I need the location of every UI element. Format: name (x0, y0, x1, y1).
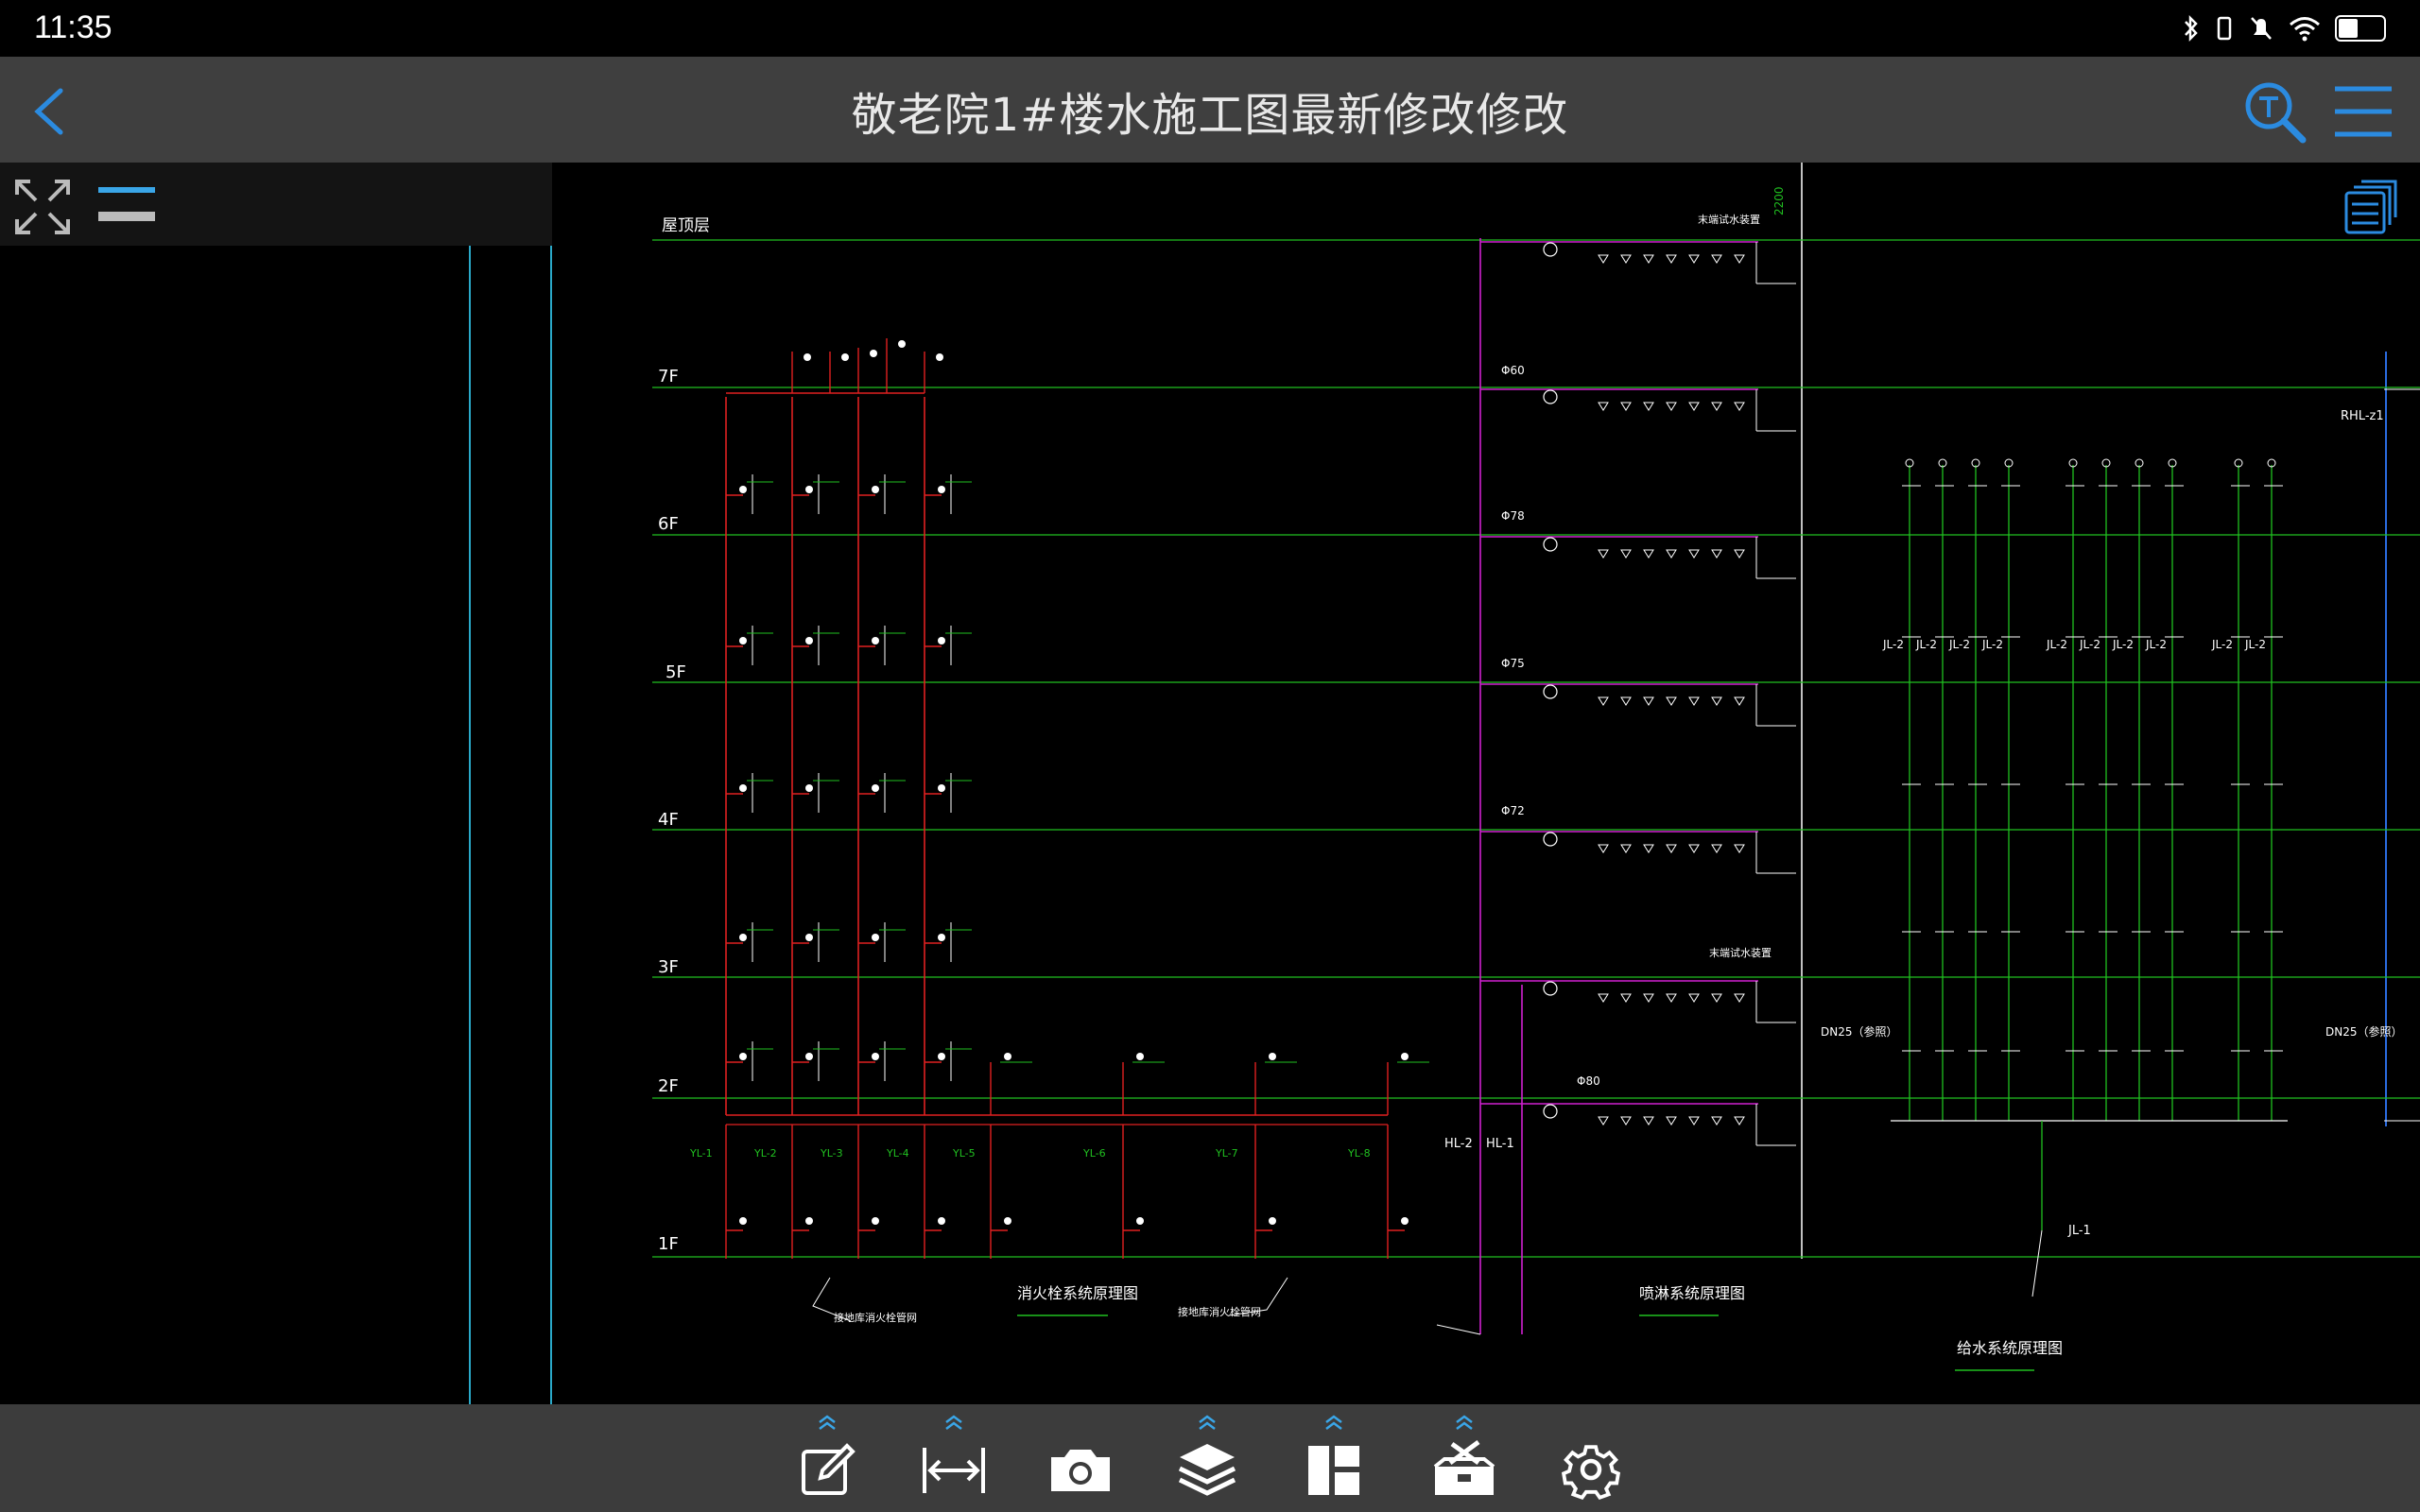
left-panel (0, 163, 469, 1404)
floor-label-5f: 5F (666, 662, 686, 682)
label-jl-2: JL-2 (2112, 638, 2134, 651)
edit-tool[interactable] (788, 1414, 866, 1504)
caption-sprinkler: 喷淋系统原理图 (1639, 1284, 1745, 1302)
chevron-up-icon (1199, 1415, 1216, 1430)
label-yl-7: YL-7 (1215, 1147, 1238, 1160)
caption-fire-hydrant: 消火栓系统原理图 (1017, 1284, 1138, 1302)
measure-icon (923, 1448, 985, 1493)
floor-label-7f: 7F (658, 367, 679, 387)
menu-button[interactable] (2329, 81, 2397, 142)
text-search-button[interactable] (2242, 79, 2308, 146)
bluetooth-icon (2185, 14, 2198, 43)
label-reducer-5: Φ80 (1577, 1074, 1600, 1088)
settings-icon (1561, 1445, 1621, 1501)
label-jl-2: JL-2 (1882, 638, 1904, 651)
layout-tool[interactable] (1295, 1414, 1373, 1504)
label-rhl: RHL-z1 (2341, 409, 2384, 423)
chevron-up-icon (1325, 1415, 1342, 1430)
label-jl-2: JL-2 (1915, 638, 1937, 651)
floor-label-3f: 3F (658, 957, 679, 977)
label-reducer-4: Φ72 (1501, 804, 1525, 817)
label-reducer-3: Φ75 (1501, 657, 1525, 670)
label-yl-1: YL-1 (689, 1147, 713, 1160)
floor-label-4f: 4F (658, 810, 679, 830)
label-hl-1: HL-1 (1486, 1137, 1514, 1151)
status-icons: 40 (2182, 11, 2386, 45)
caption-water-supply: 给水系统原理图 (1957, 1339, 2063, 1357)
toolbox-tool[interactable] (1426, 1414, 1503, 1504)
drawing-canvas[interactable]: 屋顶层 7F 6F 5F 4F 3F 2F 1F 消火栓系统原理图 喷淋系统原理… (0, 163, 2420, 1404)
floor-label-roof: 屋顶层 (662, 216, 710, 235)
label-jl-2: JL-2 (2211, 638, 2233, 651)
title-bar: 敬老院1#楼水施工图最新修改修改 (0, 57, 2420, 163)
edit-icon (802, 1443, 856, 1495)
label-yl-8: YL-8 (1347, 1147, 1371, 1160)
status-bar: 11:35 40 (0, 0, 2420, 57)
layers-tool[interactable] (1168, 1414, 1246, 1504)
chevron-up-icon (819, 1415, 836, 1430)
page-title: 敬老院1#楼水施工图最新修改修改 (851, 89, 1569, 142)
status-time: 11:35 (34, 9, 112, 45)
label-dim: 2200 (1772, 186, 1786, 215)
measure-tool[interactable] (915, 1414, 993, 1504)
label-dn25-right: DN25（参照） (2325, 1024, 2403, 1039)
layers-icon (1178, 1444, 1236, 1496)
wifi-icon (2290, 17, 2320, 42)
label-jl-2: JL-2 (1981, 638, 2003, 651)
label-yl-6: YL-6 (1082, 1147, 1106, 1160)
label-jl-2: JL-2 (2145, 638, 2167, 651)
label-yl-3: YL-3 (820, 1147, 843, 1160)
left-panel-header (0, 163, 552, 246)
floor-label-1f: 1F (658, 1234, 679, 1254)
label-yl-5: YL-5 (952, 1147, 976, 1160)
label-yl-4: YL-4 (886, 1147, 909, 1160)
document-list-icon[interactable] (2342, 180, 2399, 236)
label-jl-1: JL-1 (2067, 1224, 2091, 1238)
caption-hydrant-pipe: 接地库消火栓管网 (834, 1311, 917, 1324)
label-dn25: DN25（参照） (1821, 1024, 1898, 1039)
label-yl-2: YL-2 (753, 1147, 777, 1160)
camera-icon (1051, 1450, 1110, 1491)
chevron-up-icon (1456, 1415, 1473, 1430)
panel-toggle-icon[interactable] (96, 183, 157, 225)
label-end-test: 末端试水装置 (1698, 213, 1760, 226)
floor-label-6f: 6F (658, 514, 679, 534)
battery-level: 40 (2347, 16, 2374, 39)
layout-icon (1308, 1446, 1359, 1495)
label-end-test-2: 末端试水装置 (1709, 946, 1772, 959)
label-jl-2: JL-2 (1948, 638, 1970, 651)
mute-bell-icon (2251, 17, 2272, 40)
caption-hydrant-pipe-2: 接地库消火栓管网 (1178, 1305, 1261, 1318)
label-reducer-2: Φ78 (1501, 509, 1525, 523)
battery-indicator: 40 (2335, 15, 2386, 42)
label-jl-2: JL-2 (2079, 638, 2100, 651)
vibrate-icon (2217, 16, 2232, 41)
label-hl-2: HL-2 (1444, 1137, 1473, 1151)
label-jl-2: JL-2 (2244, 638, 2266, 651)
settings-tool[interactable] (1552, 1414, 1630, 1504)
floor-label-2f: 2F (658, 1076, 679, 1096)
label-reducer-1: Φ60 (1501, 364, 1525, 377)
chevron-up-icon (945, 1415, 962, 1430)
label-jl-2: JL-2 (2046, 638, 2067, 651)
bottom-toolbar (0, 1404, 2420, 1512)
toolbox-icon (1433, 1439, 1495, 1495)
expand-icon[interactable] (13, 178, 72, 236)
camera-tool[interactable] (1042, 1414, 1119, 1504)
